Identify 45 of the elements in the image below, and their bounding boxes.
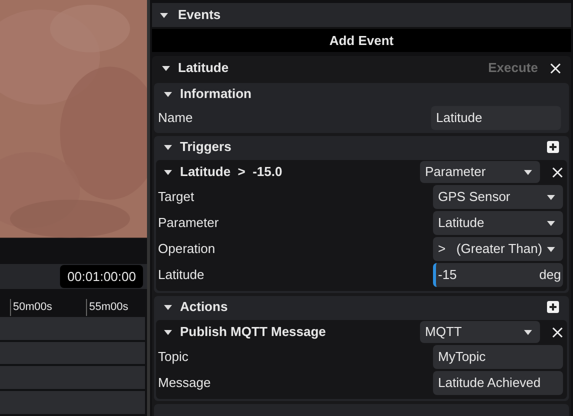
text-field[interactable]: Latitude	[431, 106, 561, 130]
caret-icon[interactable]	[164, 92, 172, 96]
caret-icon[interactable]	[162, 66, 170, 70]
close-icon[interactable]	[552, 326, 563, 338]
caret-icon[interactable]	[164, 170, 172, 174]
dropdown[interactable]: > (Greater Than)	[433, 237, 563, 261]
dropdown[interactable]: Latitude	[433, 211, 563, 235]
add-icon[interactable]	[547, 141, 559, 153]
field-label: Operation	[158, 240, 216, 258]
caret-icon[interactable]	[164, 144, 172, 150]
dropdown-caret-icon	[547, 246, 555, 252]
type-dropdown[interactable]: Parameter	[420, 161, 540, 183]
dropdown[interactable]: GPS Sensor	[433, 185, 563, 209]
text-field[interactable]: MyTopic	[433, 345, 563, 369]
add-icon[interactable]	[547, 301, 559, 313]
dropdown-caret-icon	[524, 170, 532, 174]
field-label: Topic	[158, 348, 188, 366]
field-label: Name	[158, 109, 193, 128]
unit-label: deg	[539, 266, 561, 284]
timecode: 00:01:00:00	[60, 264, 143, 288]
item-title: Latitude > -15.0	[180, 163, 284, 182]
dropdown-caret-icon	[524, 330, 532, 334]
text-field[interactable]: Latitude Achieved	[433, 371, 563, 395]
field-label: Message	[158, 374, 211, 392]
item-title: Publish MQTT Message	[180, 323, 327, 342]
caret-icon[interactable]	[160, 12, 168, 18]
ruler-tick-label: 55m00s	[86, 299, 128, 316]
close-icon[interactable]	[550, 62, 561, 74]
close-icon[interactable]	[552, 166, 563, 178]
dropdown-caret-icon	[547, 220, 555, 226]
caret-icon[interactable]	[164, 304, 172, 310]
ruler-tick-label: 50m00s	[10, 299, 52, 316]
type-dropdown[interactable]: MQTT	[420, 321, 540, 343]
add-event-button[interactable]: Add Event	[152, 29, 571, 52]
number-field[interactable]: -15 deg	[433, 263, 563, 287]
field-label: Parameter	[158, 214, 219, 232]
panel-title: Events	[178, 6, 221, 24]
field-label: Latitude	[158, 266, 204, 284]
section-title: Information	[180, 85, 252, 104]
caret-icon[interactable]	[164, 330, 172, 334]
event-title: Latitude	[178, 59, 230, 78]
section-title: Actions	[180, 298, 229, 316]
field-label: Target	[158, 188, 194, 206]
dropdown-caret-icon	[547, 194, 555, 200]
section-title: Triggers	[180, 138, 232, 156]
